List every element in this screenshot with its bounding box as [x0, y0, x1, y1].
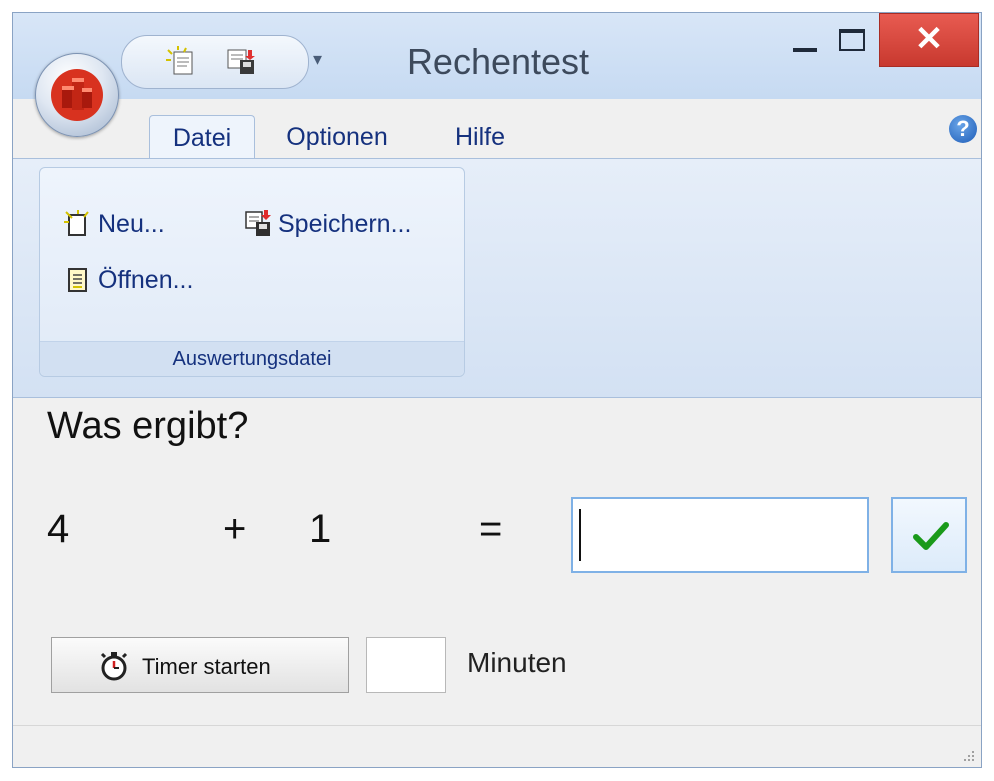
tab-datei[interactable]: Datei	[149, 115, 255, 160]
app-cubes-icon	[51, 69, 103, 121]
window-title: Rechentest	[406, 41, 590, 82]
question-label: Was ergibt?	[47, 405, 249, 447]
new-file-icon	[64, 210, 89, 236]
answer-input[interactable]	[571, 497, 869, 573]
status-bar	[13, 725, 981, 767]
tab-optionen[interactable]: Optionen	[277, 115, 397, 159]
quick-access-toolbar	[121, 35, 309, 89]
ribbon-panel: Neu... Speichern... Öffnen... Auswertung…	[13, 158, 981, 398]
help-icon[interactable]: ?	[949, 115, 977, 143]
open-file-icon	[68, 268, 87, 292]
open-button[interactable]: Öffnen...	[64, 264, 234, 296]
resize-grip-icon[interactable]	[961, 748, 975, 762]
text-cursor	[579, 509, 581, 561]
tab-hilfe[interactable]: Hilfe	[445, 115, 515, 159]
maximize-button[interactable]	[827, 15, 877, 65]
save-file-icon	[245, 210, 271, 236]
app-window: ▾ Rechentest ✕ Datei Optionen Hilfe ? Ne…	[12, 12, 982, 768]
ribbon-group-auswertungsdatei: Neu... Speichern... Öffnen... Auswertung…	[39, 167, 465, 377]
operator: +	[223, 507, 247, 551]
ribbon-group-label: Auswertungsdatei	[40, 341, 464, 376]
quick-access-dropdown-icon[interactable]: ▾	[313, 49, 322, 70]
save-button[interactable]: Speichern...	[244, 208, 454, 240]
operand-2: 1	[309, 507, 332, 551]
close-button[interactable]: ✕	[879, 13, 979, 67]
new-button[interactable]: Neu...	[64, 208, 214, 240]
operand-1: 4	[47, 507, 70, 551]
checkmark-icon	[913, 522, 949, 550]
start-timer-label: Timer starten	[142, 654, 271, 679]
minutes-input[interactable]	[366, 637, 446, 693]
start-timer-button[interactable]: Timer starten	[51, 637, 349, 693]
minutes-label: Minuten	[467, 647, 567, 678]
open-button-label: Öffnen...	[98, 266, 194, 294]
minimize-icon	[793, 48, 817, 52]
equals-sign: =	[479, 507, 503, 551]
new-button-label: Neu...	[98, 210, 165, 238]
submit-answer-button[interactable]	[891, 497, 967, 573]
minimize-button[interactable]	[781, 15, 831, 65]
ribbon-tabs: Datei Optionen Hilfe	[13, 99, 981, 160]
save-icon[interactable]	[222, 46, 262, 78]
title-bar: ▾ Rechentest ✕	[13, 13, 981, 99]
save-button-label: Speichern...	[278, 210, 412, 238]
maximize-icon	[839, 29, 865, 51]
application-menu-button[interactable]	[35, 53, 119, 137]
new-document-icon[interactable]	[162, 46, 202, 78]
stopwatch-icon	[100, 652, 128, 681]
